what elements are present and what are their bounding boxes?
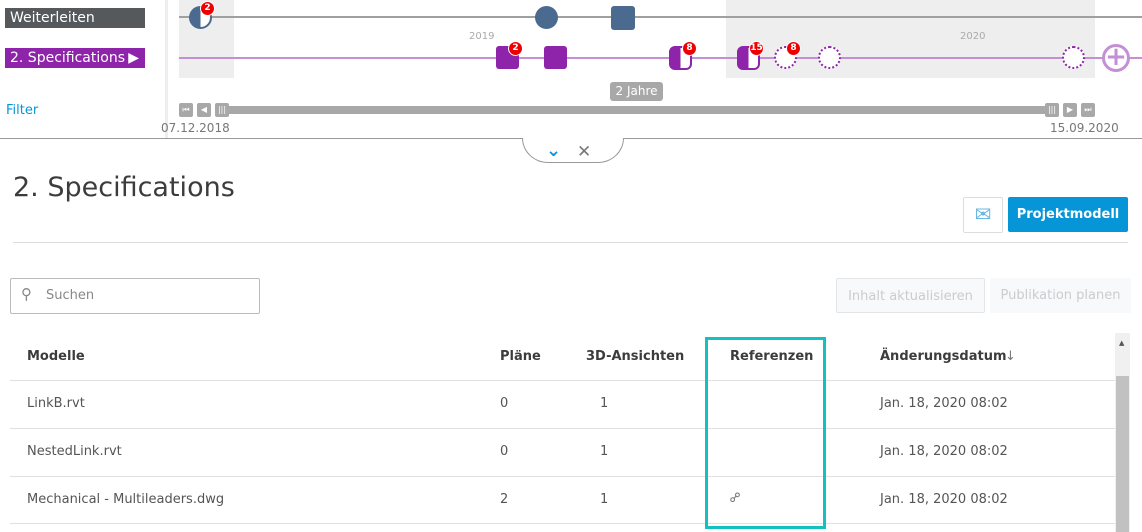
play-icon: ▶ <box>128 50 139 66</box>
column-header-plans[interactable]: Pläne <box>500 349 541 364</box>
range-tooltip: 2 Jahre <box>610 82 663 101</box>
year-label: 2020 <box>960 31 986 42</box>
count-badge: 15 <box>749 41 764 56</box>
lane-specifications[interactable]: 2. Specifications ▶ <box>5 48 145 68</box>
modified-date: Jan. 18, 2020 08:02 <box>880 444 1008 459</box>
project-model-button[interactable]: Projektmodell <box>1008 197 1128 232</box>
plans-count: 0 <box>500 444 509 459</box>
scroll-up-icon[interactable]: ▲ <box>1119 339 1124 347</box>
chevron-down-icon[interactable]: ⌄ <box>546 140 561 161</box>
views-count: 1 <box>600 396 609 411</box>
range-start-handle[interactable]: ||| <box>215 103 229 117</box>
sort-arrow-icon[interactable]: ↓ <box>1005 349 1016 364</box>
year-label: 2019 <box>469 31 495 42</box>
start-date: 07.12.2018 <box>161 121 230 135</box>
close-icon[interactable]: ✕ <box>577 142 591 162</box>
search-placeholder: Suchen <box>46 288 95 303</box>
divider <box>13 242 1128 243</box>
count-badge: 8 <box>786 41 801 56</box>
search-icon: ⚲ <box>21 285 32 303</box>
views-count: 1 <box>600 492 609 507</box>
collapse-tab <box>522 138 624 163</box>
plans-count: 2 <box>500 492 509 507</box>
model-name[interactable]: LinkB.rvt <box>27 396 85 411</box>
divider <box>10 476 1115 477</box>
skip-start-icon[interactable]: ⏮ <box>179 103 193 117</box>
planned-marker[interactable] <box>818 46 841 69</box>
planned-marker[interactable] <box>1062 46 1085 69</box>
schedule-publish-button[interactable]: Publikation planen <box>990 278 1131 313</box>
step-forward-icon[interactable]: ▶ <box>1063 103 1077 117</box>
column-header-3d-views[interactable]: 3D-Ansichten <box>586 349 684 364</box>
step-back-icon[interactable]: ◀ <box>197 103 211 117</box>
column-header-modified[interactable]: Änderungsdatum <box>880 349 1007 364</box>
lane-line <box>179 57 1142 59</box>
plans-count: 0 <box>500 396 509 411</box>
scrollbar-thumb[interactable] <box>1116 376 1129 532</box>
milestone-marker[interactable] <box>535 6 558 29</box>
lane-label: 2. Specifications <box>10 50 125 66</box>
end-date: 15.09.2020 <box>1050 121 1119 135</box>
divider <box>165 0 168 138</box>
update-content-button[interactable]: Inhalt aktualisieren <box>836 278 985 313</box>
lane-label: Weiterleiten <box>10 10 95 26</box>
count-badge: 8 <box>682 41 697 56</box>
page-title: 2. Specifications <box>13 172 235 203</box>
modified-date: Jan. 18, 2020 08:02 <box>880 492 1008 507</box>
model-name[interactable]: NestedLink.rvt <box>27 444 122 459</box>
milestone-marker[interactable] <box>544 46 567 69</box>
modified-date: Jan. 18, 2020 08:02 <box>880 396 1008 411</box>
divider <box>10 380 1115 381</box>
divider <box>10 523 1115 524</box>
email-button[interactable]: ✉ <box>963 197 1003 233</box>
views-count: 1 <box>600 444 609 459</box>
lane-line <box>179 16 1142 18</box>
column-header-models[interactable]: Modelle <box>27 349 85 364</box>
skip-end-icon[interactable]: ⏭ <box>1081 103 1095 117</box>
count-badge: 2 <box>508 41 523 56</box>
milestone-marker[interactable] <box>611 6 635 30</box>
range-slider-track[interactable] <box>228 106 1048 114</box>
scrollbar[interactable]: ▲ <box>1115 333 1130 532</box>
search-input[interactable]: ⚲ Suchen <box>10 278 260 314</box>
filter-link[interactable]: Filter <box>6 103 38 118</box>
count-badge: 2 <box>200 1 215 16</box>
divider <box>10 428 1115 429</box>
lane-weiterleiten[interactable]: Weiterleiten <box>5 8 145 28</box>
add-milestone-icon[interactable]: + <box>1102 44 1130 72</box>
references-highlight <box>705 337 826 529</box>
range-end-handle[interactable]: ||| <box>1045 103 1059 117</box>
model-name[interactable]: Mechanical - Multileaders.dwg <box>27 492 224 507</box>
mail-icon: ✉ <box>974 202 992 226</box>
